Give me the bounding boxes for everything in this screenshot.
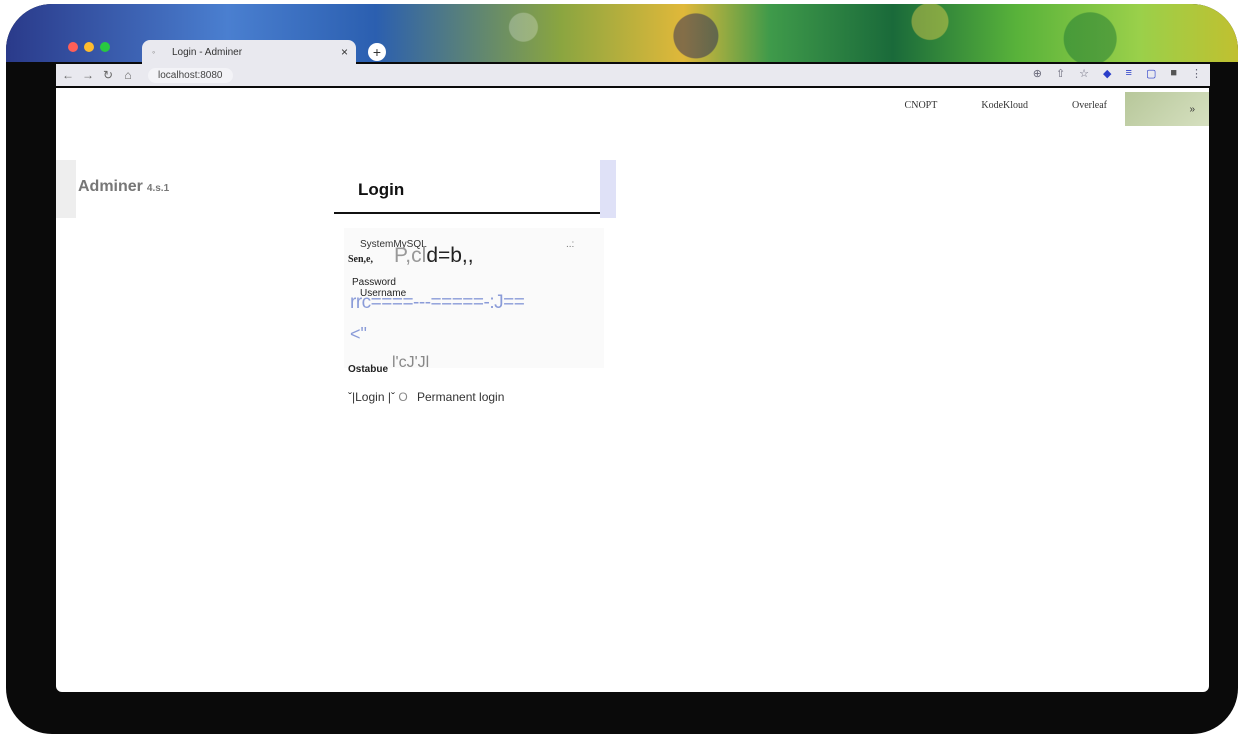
app-version: 4.s.1 xyxy=(146,183,170,194)
star-icon[interactable]: ☆ xyxy=(1079,67,1089,80)
new-tab-button[interactable]: + xyxy=(368,43,386,61)
bookmarks-overflow-button[interactable]: » xyxy=(1125,92,1209,126)
forward-icon[interactable]: → xyxy=(80,68,96,82)
extension-icon[interactable]: ◆ xyxy=(1103,67,1111,80)
password-input[interactable]: rrc====---=====-:J== xyxy=(350,292,525,314)
header-accent xyxy=(600,160,616,218)
close-window-button[interactable] xyxy=(68,42,78,52)
database-input[interactable]: l'cJ'Jl xyxy=(392,354,429,372)
minimize-window-button[interactable] xyxy=(84,42,94,52)
adminer-favicon-icon: ◦ xyxy=(152,47,156,57)
server-label: Sen,e, xyxy=(348,254,373,265)
toolbar-actions: ⊕ ⇧ ☆ ◆ ≡ ▢ ■ ⋮ xyxy=(1033,67,1202,80)
browser-window-frame: ◦ Login - Adminer × + ← → ↻ ⌂ localhost:… xyxy=(6,4,1238,734)
bookmark-kodekloud[interactable]: KodeKloud xyxy=(981,100,1028,111)
address-bar[interactable]: localhost:8080 xyxy=(148,67,233,83)
sidebar-icon[interactable]: ▢ xyxy=(1146,67,1156,80)
page-title: Login xyxy=(358,180,405,199)
database-label: Ostabue xyxy=(348,364,389,375)
reload-icon[interactable]: ↻ xyxy=(100,68,116,82)
app-name: Adminer xyxy=(78,178,143,195)
permanent-login-checkbox[interactable]: O xyxy=(398,390,407,404)
permanent-login-label[interactable]: Permanent login xyxy=(417,390,504,404)
menu-panel xyxy=(56,160,76,218)
password-label: Password xyxy=(352,277,396,288)
tab-title: Login - Adminer xyxy=(172,46,243,58)
browser-toolbar: ← → ↻ ⌂ localhost:8080 ⊕ ⇧ ☆ ◆ ≡ ▢ ■ ⋮ xyxy=(56,64,1210,86)
content-header: Login xyxy=(334,160,616,214)
login-button[interactable]: Login xyxy=(355,390,384,404)
tab-close-icon[interactable]: × xyxy=(341,45,348,59)
kebab-icon[interactable]: ⋮ xyxy=(1191,67,1202,80)
page-content: CNOPT KodeKloud Overleaf » Adminer 4.s.1 … xyxy=(56,88,1209,692)
login-button-right-edge: |ˇ xyxy=(387,390,395,404)
window-controls xyxy=(68,42,110,52)
server-input[interactable]: P,cld=b,, xyxy=(394,244,474,268)
zoom-icon[interactable]: ⊕ xyxy=(1033,67,1042,80)
username-input[interactable]: <" xyxy=(350,324,367,345)
profile-icon[interactable]: ■ xyxy=(1170,67,1177,80)
server-value-dark: d=b,, xyxy=(426,244,474,267)
maximize-window-button[interactable] xyxy=(100,42,110,52)
app-brand[interactable]: Adminer 4.s.1 xyxy=(78,178,169,196)
share-icon[interactable]: ⇧ xyxy=(1056,67,1065,80)
server-value-light: P,cl xyxy=(394,244,427,267)
select-caret-icon: ..: xyxy=(566,239,575,250)
login-actions: ˇ|Login |ˇ O Permanent login xyxy=(348,390,504,404)
reading-list-icon[interactable]: ≡ xyxy=(1126,67,1132,80)
chevron-double-right-icon: » xyxy=(1189,103,1195,115)
bookmark-cnopt[interactable]: CNOPT xyxy=(905,100,938,111)
back-icon[interactable]: ← xyxy=(60,68,76,82)
bookmark-overleaf[interactable]: Overleaf xyxy=(1072,100,1107,111)
home-icon[interactable]: ⌂ xyxy=(120,68,136,82)
browser-tab[interactable]: ◦ Login - Adminer × xyxy=(142,40,356,64)
